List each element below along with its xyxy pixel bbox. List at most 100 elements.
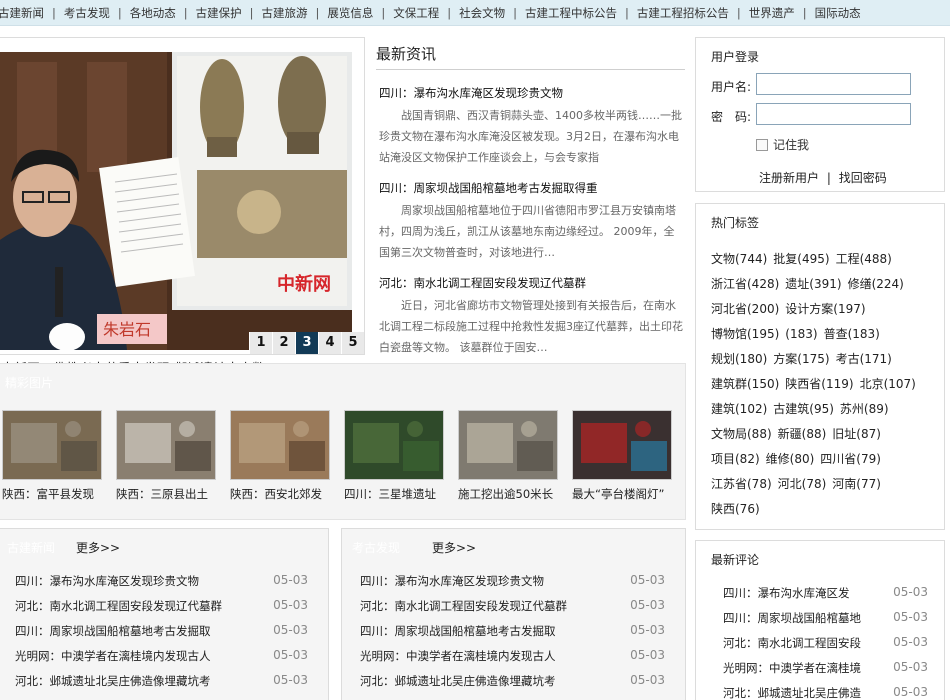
thumb-caption[interactable]: 陕西：三原县出土 (116, 486, 216, 502)
pager-button[interactable]: 3 (295, 332, 318, 354)
list-item-title[interactable]: 河北：南水北调工程固安段发现辽代墓群 (15, 598, 222, 614)
tag-link[interactable]: 遗址(391) (785, 272, 841, 297)
hero-image[interactable]: 朱岩石 中新网 (0, 52, 352, 350)
comment-title[interactable]: 四川：瀑布沟水库淹区发 (723, 585, 868, 601)
tag-link[interactable]: 苏州(89) (840, 397, 889, 422)
thumb-caption[interactable]: 四川：三星堆遗址 (344, 486, 444, 502)
list-item-title[interactable]: 光明网：中澳学者在漓桂境内发现古人 (15, 648, 211, 664)
tag-link[interactable]: 维修(80) (766, 447, 815, 472)
nav-item[interactable]: 古建旅游 (262, 5, 308, 21)
more-link[interactable]: 更多>> (76, 539, 120, 556)
thumb-caption[interactable]: 施工挖出逾50米长 (458, 486, 558, 502)
tag-link[interactable]: 规划(180) (711, 347, 767, 372)
thumb-image[interactable] (344, 410, 444, 480)
tag-link[interactable]: 普查(183) (824, 322, 880, 347)
tag-link[interactable]: 文物(744) (711, 247, 767, 272)
list-item-title[interactable]: 四川：周家坝战国船棺墓地考古发掘取 (360, 623, 556, 639)
nav-item[interactable]: 考古发现 (64, 5, 110, 21)
comment-title[interactable]: 河北：邺城遗址北吴庄佛造 (723, 685, 868, 700)
pager-button[interactable]: 2 (272, 332, 295, 354)
nav-item[interactable]: 古建新闻 (0, 5, 44, 21)
comment-title[interactable]: 四川：周家坝战国船棺墓地 (723, 610, 868, 626)
nav-item[interactable]: 展览信息 (327, 5, 373, 21)
list-item-title[interactable]: 河北：南水北调工程固安段发现辽代墓群 (360, 598, 567, 614)
news-item-title[interactable]: 四川：周家坝战国船棺墓地考古发掘取得重 (379, 180, 683, 196)
hero-pager: 12345 (249, 332, 364, 354)
comment-title[interactable]: 河北：南水北调工程固安段 (723, 635, 868, 651)
pager-button[interactable]: 1 (249, 332, 272, 354)
tag-link[interactable]: (183) (785, 322, 817, 347)
username-input[interactable] (756, 73, 911, 95)
list-item-title[interactable]: 河北：邺城遗址北吴庄佛造像埋藏坑考 (360, 673, 556, 689)
thumb-image[interactable] (572, 410, 672, 480)
tag-link[interactable]: 江苏省(78) (711, 472, 772, 497)
tag-link[interactable]: 设计方案(197) (785, 297, 865, 322)
picture-thumb[interactable]: 施工挖出逾50米长 (458, 410, 558, 502)
tag-link[interactable]: 新疆(88) (778, 422, 827, 447)
register-link[interactable]: 注册新用户 (759, 171, 819, 185)
tag-link[interactable]: 北京(107) (860, 372, 916, 397)
more-link[interactable]: 更多>> (432, 539, 476, 556)
news-item-title[interactable]: 四川：瀑布沟水库淹区发现珍贵文物 (379, 85, 683, 101)
thumb-image[interactable] (458, 410, 558, 480)
remember-me[interactable]: 记住我 (756, 136, 809, 153)
picture-strip: 精彩图片 陕西：富平县发现 陕西：三原县出土 陕西：西安北郊发 四川：三星堆遗址 施工挖… (0, 363, 686, 520)
tag-link[interactable]: 河北(78) (778, 472, 827, 497)
thumb-caption[interactable]: 最大“亭台楼阁灯” (572, 486, 672, 502)
password-input[interactable] (756, 103, 911, 125)
picture-thumb[interactable]: 陕西：富平县发现 (2, 410, 102, 502)
nav-item[interactable]: 文保工程 (393, 5, 439, 21)
forgot-password-link[interactable]: 找回密码 (839, 171, 887, 185)
tag-link[interactable]: 河南(77) (832, 472, 881, 497)
comment-item: 四川：瀑布沟水库淹区发 05-03 (696, 585, 944, 610)
picture-thumb[interactable]: 四川：三星堆遗址 (344, 410, 444, 502)
list-item-title[interactable]: 四川：周家坝战国船棺墓地考古发掘取 (15, 623, 211, 639)
pager-button[interactable]: 4 (318, 332, 341, 354)
comment-title[interactable]: 光明网：中澳学者在漓桂境 (723, 660, 868, 676)
list-item-title[interactable]: 四川：瀑布沟水库淹区发现珍贵文物 (15, 573, 199, 589)
tag-link[interactable]: 建筑群(150) (711, 372, 779, 397)
tag-link[interactable]: 工程(488) (836, 247, 892, 272)
picture-thumb[interactable]: 陕西：西安北郊发 (230, 410, 330, 502)
tag-link[interactable]: 陕西省(119) (785, 372, 853, 397)
nav-separator: | (625, 6, 629, 20)
tag-link[interactable]: 文物局(88) (711, 422, 772, 447)
nav-item[interactable]: 各地动态 (130, 5, 176, 21)
news-item-title[interactable]: 河北：南水北调工程固安段发现辽代墓群 (379, 275, 683, 291)
list-item-title[interactable]: 四川：瀑布沟水库淹区发现珍贵文物 (360, 573, 544, 589)
thumb-image[interactable] (230, 410, 330, 480)
tag-link[interactable]: 陕西(76) (711, 497, 760, 522)
tag-link[interactable]: 博物馆(195) (711, 322, 779, 347)
thumb-image[interactable] (2, 410, 102, 480)
remember-checkbox[interactable] (756, 138, 768, 151)
list-item-title[interactable]: 光明网：中澳学者在漓桂境内发现古人 (360, 648, 556, 664)
picture-thumb[interactable]: 最大“亭台楼阁灯” (572, 410, 672, 502)
tag-link[interactable]: 四川省(79) (820, 447, 881, 472)
tag-link[interactable]: 修缮(224) (848, 272, 904, 297)
list-item-date: 05-03 (273, 623, 308, 637)
tag-link[interactable]: 考古(171) (836, 347, 892, 372)
tag-link[interactable]: 批复(495) (773, 247, 829, 272)
nav-item[interactable]: 世界遗产 (749, 5, 795, 21)
thumb-caption[interactable]: 陕西：富平县发现 (2, 486, 102, 502)
nav-item[interactable]: 古建工程招标公告 (637, 5, 729, 21)
picture-thumb[interactable]: 陕西：三原县出土 (116, 410, 216, 502)
tag-link[interactable]: 浙江省(428) (711, 272, 779, 297)
pager-button[interactable]: 5 (341, 332, 364, 354)
comment-date: 05-03 (893, 660, 928, 674)
tag-link[interactable]: 建筑(102) (711, 397, 767, 422)
nav-item[interactable]: 古建保护 (196, 5, 242, 21)
hero-name-tag: 朱岩石 (103, 320, 151, 339)
nav-item[interactable]: 古建工程中标公告 (525, 5, 617, 21)
tag-link[interactable]: 古建筑(95) (773, 397, 834, 422)
tag-link[interactable]: 河北省(200) (711, 297, 779, 322)
tag-link[interactable]: 旧址(87) (832, 422, 881, 447)
tag-link[interactable]: 方案(175) (773, 347, 829, 372)
list-item-title[interactable]: 河北：邺城遗址北吴庄佛造像埋藏坑考 (15, 673, 211, 689)
nav-item[interactable]: 社会文物 (459, 5, 505, 21)
news-list-right-title: 考古发现 (352, 541, 401, 555)
thumb-image[interactable] (116, 410, 216, 480)
tag-link[interactable]: 项目(82) (711, 447, 760, 472)
nav-item[interactable]: 国际动态 (815, 5, 861, 21)
thumb-caption[interactable]: 陕西：西安北郊发 (230, 486, 330, 502)
